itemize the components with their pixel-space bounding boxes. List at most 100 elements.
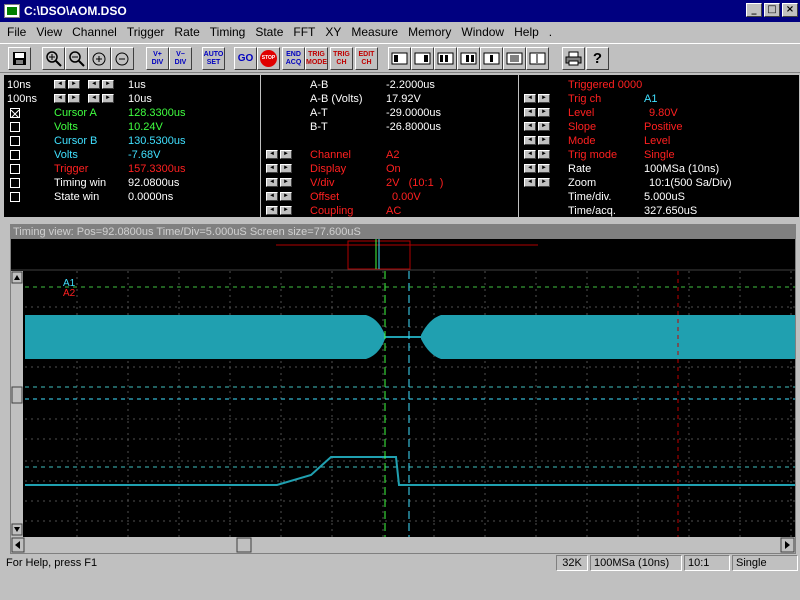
cursor-b-left-button[interactable] (434, 47, 457, 70)
timing-view-window[interactable]: Timing view: Pos=92.0800us Time/Div=5.00… (10, 224, 796, 554)
minimize-button[interactable]: _ (746, 3, 762, 17)
rate-prev-button[interactable]: ◄ (524, 164, 536, 173)
zoom-next-button[interactable]: ► (538, 178, 550, 187)
level-value: 9.80V (649, 107, 678, 119)
coupling-next-button[interactable]: ► (280, 206, 292, 215)
mode-label: Mode (568, 135, 596, 147)
channel-prev-button[interactable]: ◄ (266, 150, 278, 159)
offset-next-button[interactable]: ► (280, 192, 292, 201)
cursor-a-right-button[interactable] (411, 47, 434, 70)
level-next-button[interactable]: ► (538, 108, 550, 117)
trigmode-label: Trig mode (568, 149, 618, 161)
vdiv-prev-button[interactable]: ◄ (266, 178, 278, 187)
close-button[interactable]: × (782, 3, 798, 17)
cursor-b-value: 130.5300us (128, 135, 186, 147)
trig-ch-button[interactable]: TRIG CH (330, 47, 353, 70)
mode-prev-button[interactable]: ◄ (524, 136, 536, 145)
menu-measure[interactable]: Measure (346, 25, 403, 39)
offset-prev-button[interactable]: ◄ (266, 192, 278, 201)
time-zoom-in-button[interactable] (88, 47, 111, 70)
horizontal-scrollbar[interactable] (11, 537, 795, 553)
menu-rate[interactable]: Rate (169, 25, 204, 39)
print-button[interactable] (562, 47, 585, 70)
vdiv-next-button[interactable]: ► (280, 178, 292, 187)
window-full-button[interactable] (526, 47, 549, 70)
trigger-right-button[interactable] (503, 47, 526, 70)
save-button[interactable] (8, 47, 31, 70)
go-button[interactable]: GO (234, 47, 257, 70)
horizontal-scroll-thumb[interactable] (236, 537, 252, 553)
cursor-b-right-button[interactable] (457, 47, 480, 70)
menu-help[interactable]: Help (509, 25, 544, 39)
channel-next-button[interactable]: ► (280, 150, 292, 159)
vertical-scrollbar[interactable] (11, 271, 23, 537)
abv-value: 17.92V (386, 93, 421, 105)
trigmode-next-button[interactable]: ► (538, 150, 550, 159)
zoom-out-button[interactable] (65, 47, 88, 70)
menu-bar: File View Channel Trigger Rate Timing St… (0, 22, 800, 42)
mode-next-button[interactable]: ► (538, 136, 550, 145)
edit-ch-button[interactable]: EDIT CH (355, 47, 378, 70)
menu-channel[interactable]: Channel (67, 25, 122, 39)
help-button[interactable]: ? (586, 47, 609, 70)
timebase-fine-up-2[interactable]: ► (102, 80, 114, 89)
slope-next-button[interactable]: ► (538, 122, 550, 131)
timebase-coarse-down-2[interactable]: ◄ (88, 94, 100, 103)
menu-memory[interactable]: Memory (403, 25, 456, 39)
state-win-checkbox[interactable] (10, 192, 20, 202)
vertical-scroll-thumb[interactable] (11, 386, 23, 404)
zoom-prev-button[interactable]: ◄ (524, 178, 536, 187)
timebase-fine-down-2[interactable]: ◄ (88, 80, 100, 89)
trigger-checkbox[interactable] (10, 164, 20, 174)
zoom-in-button[interactable] (42, 47, 65, 70)
app-icon[interactable] (4, 4, 20, 18)
window-right-icon (460, 52, 477, 65)
timing-win-checkbox[interactable] (10, 178, 20, 188)
trigmode-prev-button[interactable]: ◄ (524, 150, 536, 159)
menu-xy[interactable]: XY (320, 25, 346, 39)
menu-window[interactable]: Window (456, 25, 509, 39)
menu-state[interactable]: State (250, 25, 288, 39)
stop-button[interactable]: STOP (257, 47, 280, 70)
timebase-coarse-up-2[interactable]: ► (102, 94, 114, 103)
at-value: -29.0000us (386, 107, 442, 119)
volts-b-checkbox[interactable] (10, 150, 20, 160)
timebase-fine-down-1[interactable]: ◄ (54, 80, 66, 89)
display-label: Display (310, 163, 347, 175)
cursor-a-left-button[interactable] (388, 47, 411, 70)
ch2-burst-right (421, 315, 795, 359)
waveform-display[interactable]: A1 A2 (11, 239, 795, 553)
timebase-coarse-down-1[interactable]: ◄ (54, 94, 66, 103)
time-zoom-out-button[interactable] (111, 47, 134, 70)
stop-icon: STOP (260, 50, 277, 67)
trig-mode-button[interactable]: TRIG MODE (305, 47, 328, 70)
vdiv-up-button[interactable]: V+ DIV (146, 47, 169, 70)
auto-set-button[interactable]: AUTO SET (202, 47, 225, 70)
menu-fft[interactable]: FFT (288, 25, 320, 39)
window-full-icon (529, 52, 546, 65)
cursor-a-checkbox[interactable] (10, 108, 20, 119)
volts-a-checkbox[interactable] (10, 122, 20, 132)
display-next-button[interactable]: ► (280, 164, 292, 173)
timebase-coarse-up-1[interactable]: ► (68, 94, 80, 103)
display-prev-button[interactable]: ◄ (266, 164, 278, 173)
trigch-prev-button[interactable]: ◄ (524, 94, 536, 103)
timebase-fine-up-1[interactable]: ► (68, 80, 80, 89)
maximize-button[interactable]: □ (764, 3, 780, 17)
menu-extra[interactable]: . (544, 25, 557, 39)
level-prev-button[interactable]: ◄ (524, 108, 536, 117)
memory-status: 32K (556, 555, 588, 571)
menu-trigger[interactable]: Trigger (122, 25, 170, 39)
menu-file[interactable]: File (2, 25, 31, 39)
vdiv-down-button[interactable]: V− DIV (169, 47, 192, 70)
end-acq-button[interactable]: END ACQ (282, 47, 305, 70)
cursor-b-checkbox[interactable] (10, 136, 20, 146)
slope-prev-button[interactable]: ◄ (524, 122, 536, 131)
coupling-prev-button[interactable]: ◄ (266, 206, 278, 215)
menu-timing[interactable]: Timing (205, 25, 251, 39)
trigch-next-button[interactable]: ► (538, 94, 550, 103)
rate-next-button[interactable]: ► (538, 164, 550, 173)
menu-view[interactable]: View (31, 25, 67, 39)
trigger-left-button[interactable] (480, 47, 503, 70)
panel-divider (518, 75, 519, 217)
